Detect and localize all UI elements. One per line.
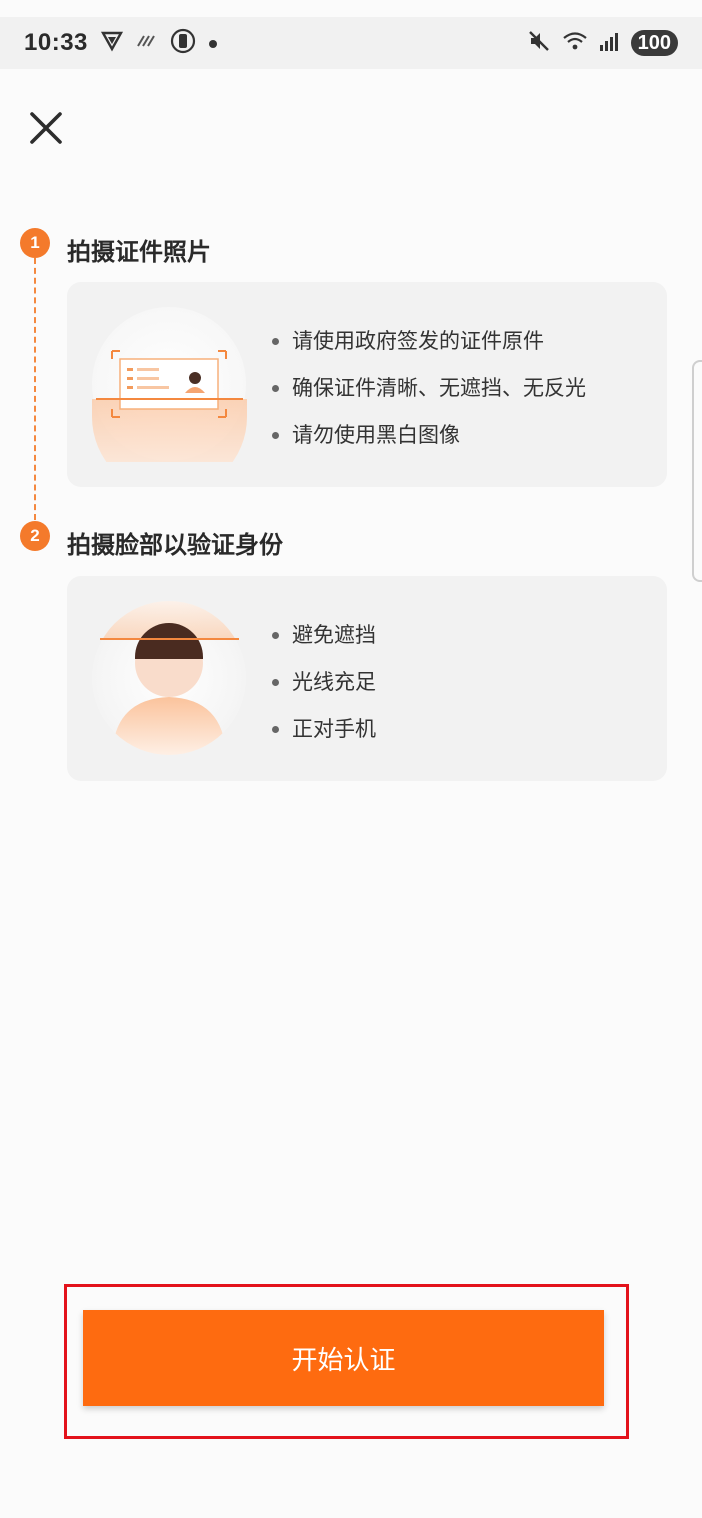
vpn-icon bbox=[100, 30, 124, 56]
data-icon bbox=[136, 32, 158, 54]
step-2-card: 避免遮挡 光线充足 正对手机 bbox=[67, 576, 667, 781]
id-card-illustration bbox=[92, 307, 247, 495]
close-icon[interactable] bbox=[26, 108, 66, 148]
wifi-icon bbox=[561, 29, 589, 57]
face-illustration bbox=[92, 601, 247, 756]
tip-item: 确保证件清晰、无遮挡、无反光 bbox=[272, 365, 586, 412]
battery-indicator: 100 bbox=[630, 30, 678, 56]
tip-item: 正对手机 bbox=[272, 706, 376, 753]
status-time: 10:33 bbox=[24, 29, 88, 56]
tip-item: 避免遮挡 bbox=[272, 612, 376, 659]
step-2-tips: 避免遮挡 光线充足 正对手机 bbox=[272, 612, 376, 753]
scroll-indicator bbox=[692, 360, 702, 582]
tip-item: 请勿使用黑白图像 bbox=[272, 412, 586, 459]
step-1-tips: 请使用政府签发的证件原件 确保证件清晰、无遮挡、无反光 请勿使用黑白图像 bbox=[272, 318, 586, 459]
step-2-title: 拍摄脸部以验证身份 bbox=[67, 531, 283, 559]
step-1-card: 请使用政府签发的证件原件 确保证件清晰、无遮挡、无反光 请勿使用黑白图像 bbox=[67, 282, 667, 495]
step-2-badge: 2 bbox=[20, 521, 50, 551]
app-icon bbox=[170, 28, 196, 58]
status-bar: 10:33 100 bbox=[0, 17, 702, 69]
step-1-title: 拍摄证件照片 bbox=[67, 238, 211, 266]
tip-item: 请使用政府签发的证件原件 bbox=[272, 318, 586, 365]
signal-icon bbox=[599, 30, 621, 56]
start-verification-button[interactable]: 开始认证 bbox=[83, 1310, 604, 1406]
step-1-badge: 1 bbox=[20, 228, 50, 258]
mute-icon bbox=[527, 29, 551, 57]
dot-icon bbox=[208, 34, 218, 53]
step-connector-line bbox=[34, 258, 36, 520]
tip-item: 光线充足 bbox=[272, 659, 376, 706]
